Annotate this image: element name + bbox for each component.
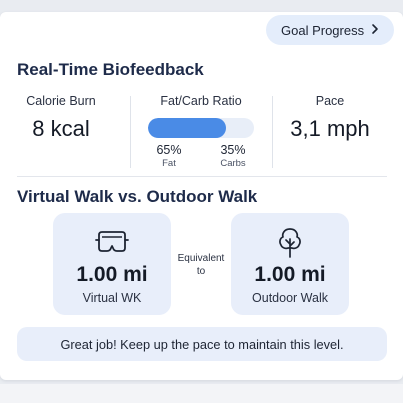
calorie-label: Calorie Burn	[26, 94, 96, 108]
section-divider	[17, 176, 387, 177]
carb-percent: 35%	[220, 143, 246, 157]
tree-icon	[231, 227, 349, 258]
virtual-label: Virtual WK	[82, 291, 142, 305]
walk-comparison-title: Virtual Walk vs. Outdoor Walk	[17, 187, 258, 206]
equivalent-line-2: to	[196, 266, 206, 277]
fat-label: Fat	[162, 158, 176, 169]
goal-progress-label: Goal Progress	[281, 22, 365, 38]
biofeedback-title: Real-Time Biofeedback	[17, 60, 204, 79]
outdoor-label: Outdoor Walk	[252, 291, 328, 305]
pace-value: 3,1 mph	[290, 116, 370, 141]
virtual-distance: 1.00 mi	[76, 263, 148, 286]
calorie-value: 8 kcal	[32, 116, 90, 141]
virtual-walk-card: 1.00 mi Virtual WK	[53, 213, 171, 315]
encouragement-message: Great job! Keep up the pace to maintain …	[17, 327, 387, 361]
bottom-strip	[0, 384, 403, 403]
goal-progress-button[interactable]: Goal Progress	[266, 15, 394, 45]
equivalent-line-1: Equivalent	[177, 253, 225, 264]
outdoor-distance: 1.00 mi	[254, 263, 326, 286]
outdoor-walk-card: 1.00 mi Outdoor Walk	[231, 213, 349, 315]
ratio-label: Fat/Carb Ratio	[160, 94, 242, 108]
divider	[272, 96, 273, 168]
chevron-right-icon	[372, 24, 378, 34]
equivalent-text: Equivalent to	[172, 252, 230, 278]
fat-percent: 65%	[156, 143, 182, 157]
vr-headset-icon	[53, 227, 171, 257]
carb-label: Carbs	[220, 158, 246, 169]
divider	[130, 96, 131, 168]
fat-carb-ratio-bar	[148, 118, 254, 138]
pace-label: Pace	[315, 94, 345, 108]
fat-ratio-fill	[148, 118, 227, 138]
